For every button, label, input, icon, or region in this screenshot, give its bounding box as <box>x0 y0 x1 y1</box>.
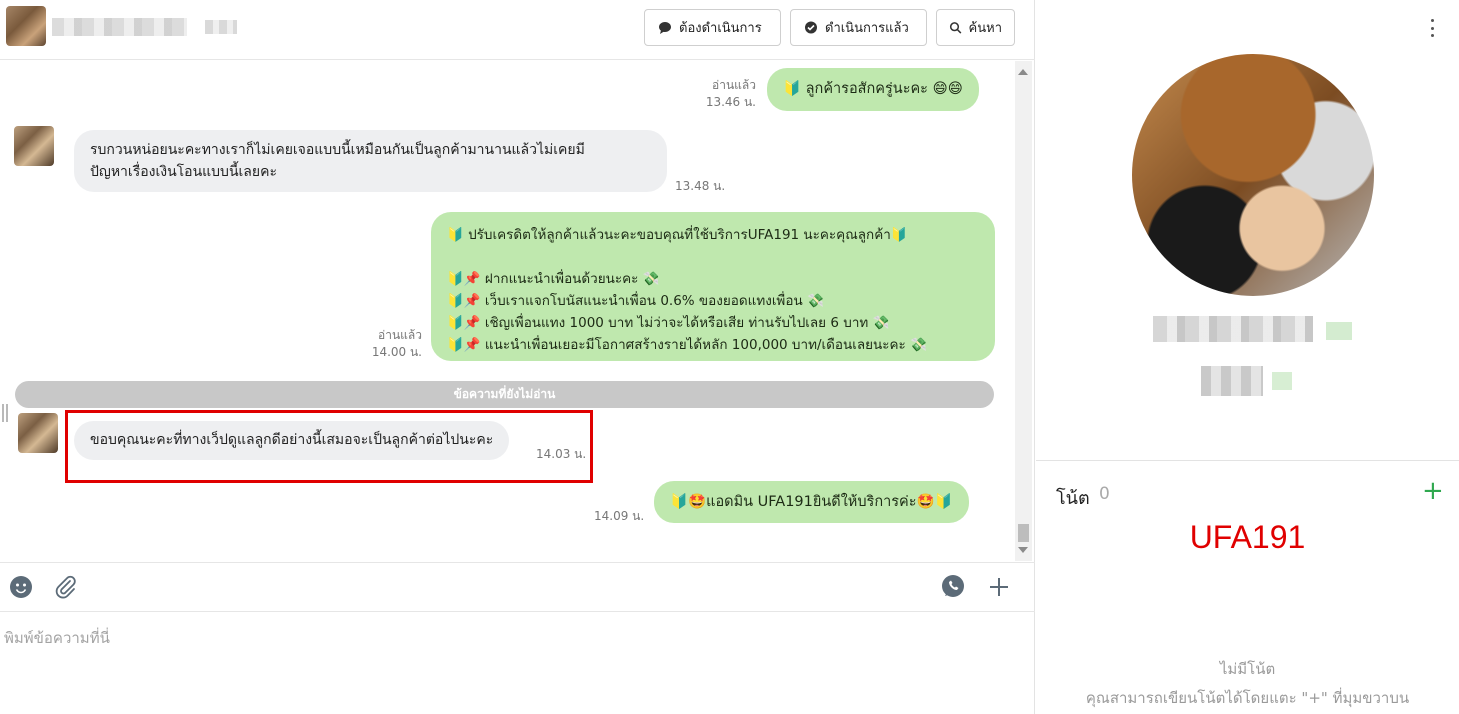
chat-check-icon <box>805 21 817 33</box>
scroll-down-arrow-icon[interactable] <box>1018 547 1028 553</box>
done-label: ดำเนินการแล้ว <box>825 20 909 35</box>
message-text-line: 🔰📌 แนะนำเพื่อนเยอะมีโอกาศสร้างรายได้หลัก… <box>447 337 927 353</box>
plus-icon[interactable] <box>986 574 1012 600</box>
done-button[interactable]: ดำเนินการแล้ว <box>790 9 927 46</box>
search-label: ค้นหา <box>968 20 1002 35</box>
needs-action-button[interactable]: ต้องดำเนินการ <box>644 9 781 46</box>
message-meta: อ่านแล้ว 14.00 น. <box>352 327 422 361</box>
resize-grip[interactable] <box>2 404 8 422</box>
message-input[interactable] <box>4 623 1004 653</box>
search-button[interactable]: ค้นหา <box>936 9 1015 46</box>
profile-pane: โน้ต 0 + UFA191 ไม่มีโน้ต คุณสามารถเขียน… <box>1036 0 1459 714</box>
read-status: อ่านแล้ว <box>378 328 422 342</box>
more-options-icon[interactable] <box>1422 17 1442 39</box>
message-text-line: 🔰 ปรับเครดิตให้ลูกค้าแล้วนะคะขอบคุณที่ใช… <box>447 227 908 243</box>
notes-tag: UFA191 <box>1189 519 1306 555</box>
contact-name-suffix-blurred <box>205 20 237 34</box>
chat-app: ต้องดำเนินการ ดำเนินการแล้ว ค้นหา อ่านแล… <box>0 0 1459 714</box>
message-text-line: ปัญหาเรื่องเงินโอนแบบนี้เลยคะ <box>90 164 277 180</box>
read-status: อ่านแล้ว <box>712 78 756 92</box>
message-time: 13.46 น. <box>705 95 756 109</box>
message-time: 13.48 น. <box>675 179 726 193</box>
profile-status-blurred <box>1201 366 1263 396</box>
profile-status-badge-blurred <box>1272 372 1292 390</box>
notes-section: โน้ต 0 + UFA191 ไม่มีโน้ต คุณสามารถเขียน… <box>1036 460 1459 714</box>
message-time: 14.00 น. <box>371 345 422 359</box>
message-bubble-outgoing[interactable]: 🔰🤩แอดมิน UFA191ยินดีให้บริการค่ะ🤩🔰 <box>654 481 969 523</box>
message-text-line: 🔰📌 เว็บเราแจกโบนัสแนะนำเพื่อน 0.6% ของยอ… <box>447 293 824 309</box>
notes-title: โน้ต <box>1056 488 1090 509</box>
message-text: 🔰 ลูกค้ารอสักครู่นะคะ 😄😄 <box>783 81 963 97</box>
add-note-button[interactable]: + <box>1422 478 1444 504</box>
message-text: 🔰🤩แอดมิน UFA191ยินดีให้บริการค่ะ🤩🔰 <box>670 494 953 510</box>
message-bubble-incoming[interactable]: รบกวนหน่อยนะคะทางเราก็ไม่เคยเจอแบบนี้เหม… <box>74 130 667 192</box>
chat-pane: ต้องดำเนินการ ดำเนินการแล้ว ค้นหา อ่านแล… <box>0 0 1035 714</box>
notes-empty-text: ไม่มีโน้ต <box>1219 660 1276 678</box>
profile-name-blurred <box>1153 316 1313 342</box>
scroll-thumb[interactable] <box>1018 524 1029 542</box>
unread-divider: ข้อความที่ยังไม่อ่าน <box>15 381 994 408</box>
composer-toolbar <box>0 562 1035 612</box>
needs-action-label: ต้องดำเนินการ <box>679 20 762 35</box>
notes-help-text: คุณสามารถเขียนโน้ตได้โดยแตะ "+" ที่มุมขว… <box>1085 689 1410 707</box>
contact-avatar[interactable] <box>6 6 46 46</box>
highlight-box <box>65 410 593 483</box>
message-bubble-outgoing[interactable]: 🔰 ลูกค้ารอสักครู่นะคะ 😄😄 <box>767 68 979 111</box>
emoji-icon[interactable] <box>8 574 34 600</box>
chat-bubble-icon <box>659 21 671 34</box>
profile-avatar[interactable] <box>1132 54 1374 296</box>
message-text-line: รบกวนหน่อยนะคะทางเราก็ไม่เคยเจอแบบนี้เหม… <box>90 142 585 158</box>
message-text-line: 🔰📌 ฝากแนะนำเพื่อนด้วยนะคะ 💸 <box>447 271 660 287</box>
message-text-line: 🔰📌 เชิญเพื่อนแทง 1000 บาท ไม่ว่าจะได้หรื… <box>447 315 890 331</box>
message-meta: อ่านแล้ว 13.46 น. <box>690 77 756 111</box>
notes-count: 0 <box>1099 484 1110 504</box>
message-scrollbar[interactable] <box>1015 61 1032 561</box>
contact-name-blurred <box>52 18 187 36</box>
attachment-icon[interactable] <box>53 574 79 600</box>
message-bubble-outgoing[interactable]: 🔰 ปรับเครดิตให้ลูกค้าแล้วนะคะขอบคุณที่ใช… <box>431 212 995 361</box>
profile-name-badge-blurred <box>1326 322 1352 340</box>
message-time: 14.09 น. <box>594 509 645 523</box>
chat-header: ต้องดำเนินการ ดำเนินการแล้ว ค้นหา <box>0 0 1035 60</box>
message-list[interactable]: อ่านแล้ว 13.46 น. 🔰 ลูกค้ารอสักครู่นะคะ … <box>0 61 1015 561</box>
message-composer <box>0 613 1035 714</box>
sender-avatar[interactable] <box>18 413 58 453</box>
search-icon <box>949 21 962 34</box>
sender-avatar[interactable] <box>14 126 54 166</box>
scroll-up-arrow-icon[interactable] <box>1018 69 1028 75</box>
quick-reply-icon[interactable] <box>940 574 966 600</box>
